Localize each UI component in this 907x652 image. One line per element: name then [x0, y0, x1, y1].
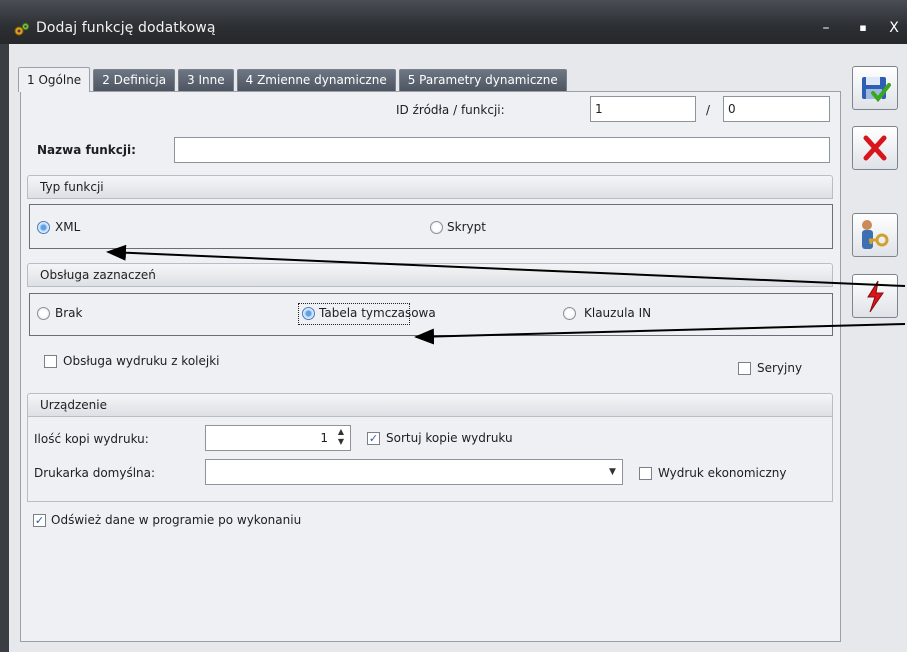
save-button[interactable]: [852, 66, 898, 110]
sort-copies-label[interactable]: Sortuj kopie wydruku: [386, 431, 513, 445]
print-queue-checkbox[interactable]: [44, 355, 57, 368]
window-title: Dodaj funkcję dodatkową: [36, 20, 216, 36]
radio-skrypt-label[interactable]: Skrypt: [447, 220, 486, 234]
sort-copies-checkbox[interactable]: ✓: [367, 432, 380, 445]
application-window: Dodaj funkcję dodatkową – ▪ X 1 Ogólne 2…: [0, 0, 907, 652]
minimize-button[interactable]: –: [818, 20, 834, 36]
refresh-checkbox[interactable]: ✓: [33, 514, 46, 527]
radio-klauzula-in[interactable]: [563, 307, 576, 320]
tab-zmienne-dynamiczne[interactable]: 4 Zmienne dynamiczne: [236, 69, 396, 91]
radio-tabela-tymczasowa[interactable]: [302, 307, 315, 320]
radio-brak[interactable]: [37, 307, 50, 320]
save-icon: [862, 77, 891, 103]
printer-select[interactable]: [205, 459, 623, 485]
urzadzenie-header: Urządzenie: [27, 393, 833, 417]
cancel-button[interactable]: [852, 126, 898, 170]
radio-xml-label[interactable]: XML: [55, 220, 80, 234]
execute-button[interactable]: [852, 274, 898, 318]
function-id-field[interactable]: 0: [723, 96, 830, 122]
function-name-input[interactable]: [174, 137, 830, 163]
app-gears-icon: [14, 22, 30, 36]
radio-tabela-tymczasowa-label[interactable]: Tabela tymczasowa: [319, 306, 436, 320]
title-bar[interactable]: Dodaj funkcję dodatkową – ▪ X: [0, 0, 907, 44]
typ-funkcji-header: Typ funkcji: [27, 175, 833, 199]
radio-klauzula-in-label[interactable]: Klauzula IN: [584, 306, 651, 320]
copies-input[interactable]: 1: [205, 425, 351, 451]
radio-brak-label[interactable]: Brak: [55, 306, 82, 320]
printer-label: Drukarka domyślna:: [34, 466, 156, 480]
close-button[interactable]: X: [886, 20, 902, 36]
radio-xml[interactable]: [37, 221, 50, 234]
economic-print-checkbox[interactable]: [639, 467, 652, 480]
id-separator: /: [706, 103, 711, 117]
source-id-field[interactable]: 1: [590, 96, 696, 122]
tab-definicja[interactable]: 2 Definicja: [93, 69, 176, 91]
print-queue-label[interactable]: Obsługa wydruku z kolejki: [63, 354, 220, 368]
tab-inne[interactable]: 3 Inne: [178, 69, 234, 91]
spin-up-icon[interactable]: ▲: [335, 427, 347, 437]
cancel-icon: [863, 135, 887, 161]
obsluga-zaznaczen-header: Obsługa zaznaczeń: [27, 263, 833, 287]
tab-parametry-dynamiczne[interactable]: 5 Parametry dynamiczne: [398, 69, 567, 91]
function-name-label: Nazwa funkcji:: [37, 143, 136, 157]
id-source-label: ID źródła / funkcji:: [396, 103, 505, 117]
maximize-button[interactable]: ▪: [855, 20, 871, 36]
user-key-button[interactable]: [852, 213, 898, 257]
tab-strip: 1 Ogólne 2 Definicja 3 Inne 4 Zmienne dy…: [18, 67, 570, 92]
seryjny-checkbox[interactable]: [738, 362, 751, 375]
copies-label: Ilość kopi wydruku:: [34, 432, 149, 446]
tab-ogolne[interactable]: 1 Ogólne: [18, 67, 91, 92]
economic-print-label[interactable]: Wydruk ekonomiczny: [658, 466, 787, 480]
spin-down-icon[interactable]: ▼: [335, 437, 347, 447]
copies-spinner[interactable]: ▲ ▼: [335, 427, 347, 451]
refresh-label[interactable]: Odśwież dane w programie po wykonaniu: [51, 513, 301, 527]
user-key-icon: [862, 220, 889, 249]
seryjny-label[interactable]: Seryjny: [757, 361, 802, 375]
lightning-icon: [867, 280, 884, 313]
radio-skrypt[interactable]: [430, 221, 443, 234]
chevron-down-icon[interactable]: ▼: [609, 467, 616, 477]
